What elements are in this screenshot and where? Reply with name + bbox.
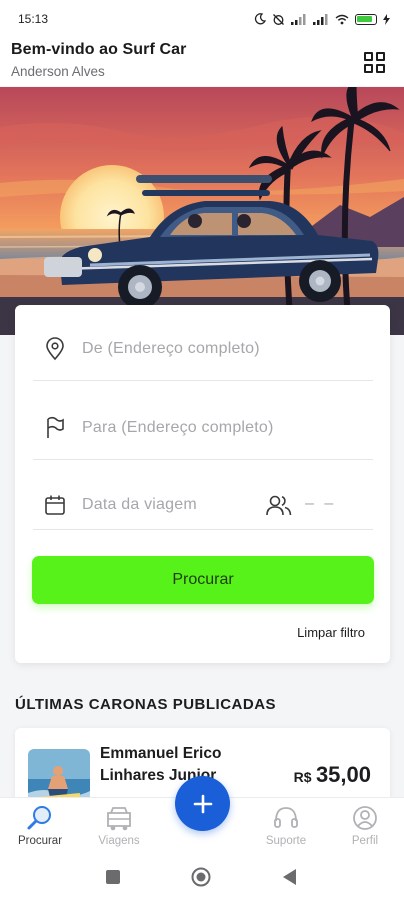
divider (33, 529, 373, 530)
section-title: ÚLTIMAS CARONAS PUBLICADAS (15, 696, 277, 713)
add-ride-button[interactable] (175, 776, 230, 831)
divider (33, 459, 373, 460)
system-nav-bar (0, 853, 404, 900)
nav-label: Viagens (98, 835, 140, 847)
origin-placeholder: De (Endereço completo) (82, 340, 260, 357)
nav-item-viagens[interactable]: Viagens (84, 804, 154, 847)
driver-name: Emmanuel Erico Linhares Junior (100, 745, 222, 784)
price-currency: R$ (293, 769, 312, 785)
destination-field[interactable]: Para (Endereço completo) (33, 408, 373, 448)
battery-icon (355, 13, 377, 25)
nav-label: Perfil (351, 835, 379, 847)
search-card: De (Endereço completo) Para (Endereço co… (15, 305, 390, 663)
price-amount: 35,00 (315, 762, 371, 787)
origin-field[interactable]: De (Endereço completo) (33, 329, 373, 369)
nav-item-suporte[interactable]: Suporte (251, 804, 321, 847)
flag-icon (43, 416, 67, 440)
divider (33, 380, 373, 381)
plus-icon (193, 794, 212, 813)
car-icon (107, 807, 131, 831)
search-icon (27, 806, 51, 830)
status-icons (254, 13, 390, 26)
grid-menu-icon[interactable] (364, 52, 385, 73)
status-bar: 15:13 (0, 0, 404, 38)
destination-placeholder: Para (Endereço completo) (82, 419, 274, 436)
recent-apps-icon[interactable] (106, 870, 120, 884)
page-title: Bem-vindo ao Surf Car (11, 41, 187, 58)
app-header: Bem-vindo ao Surf Car Anderson Alves (0, 38, 404, 86)
location-pin-icon (43, 337, 67, 361)
nav-item-perfil[interactable]: Perfil (330, 804, 400, 847)
signal-icon-2 (313, 13, 328, 25)
status-time: 15:13 (18, 12, 49, 26)
date-field[interactable]: Data da viagem (33, 485, 233, 525)
hero-image (0, 87, 404, 335)
back-icon[interactable] (283, 869, 297, 885)
user-name: Anderson Alves (11, 64, 105, 79)
nav-label: Suporte (265, 835, 307, 847)
search-button[interactable]: Procurar (32, 556, 374, 604)
ride-price: R$ 35,00 (294, 762, 371, 788)
user-icon (353, 806, 377, 830)
headset-icon (274, 807, 298, 828)
date-placeholder: Data da viagem (82, 496, 197, 513)
nav-label: Procurar (17, 835, 63, 847)
clear-filter-link[interactable]: Limpar filtro (297, 625, 365, 640)
calendar-icon (43, 493, 67, 517)
moon-icon (254, 13, 266, 25)
passengers-icon[interactable] (266, 493, 292, 517)
signal-icon (291, 13, 306, 25)
alarm-off-icon (273, 13, 284, 25)
nav-item-procurar[interactable]: Procurar (5, 804, 75, 847)
home-icon[interactable] (191, 867, 211, 887)
charging-icon (383, 13, 390, 25)
wifi-icon (335, 14, 349, 24)
passengers-value[interactable]: – – (305, 495, 336, 513)
